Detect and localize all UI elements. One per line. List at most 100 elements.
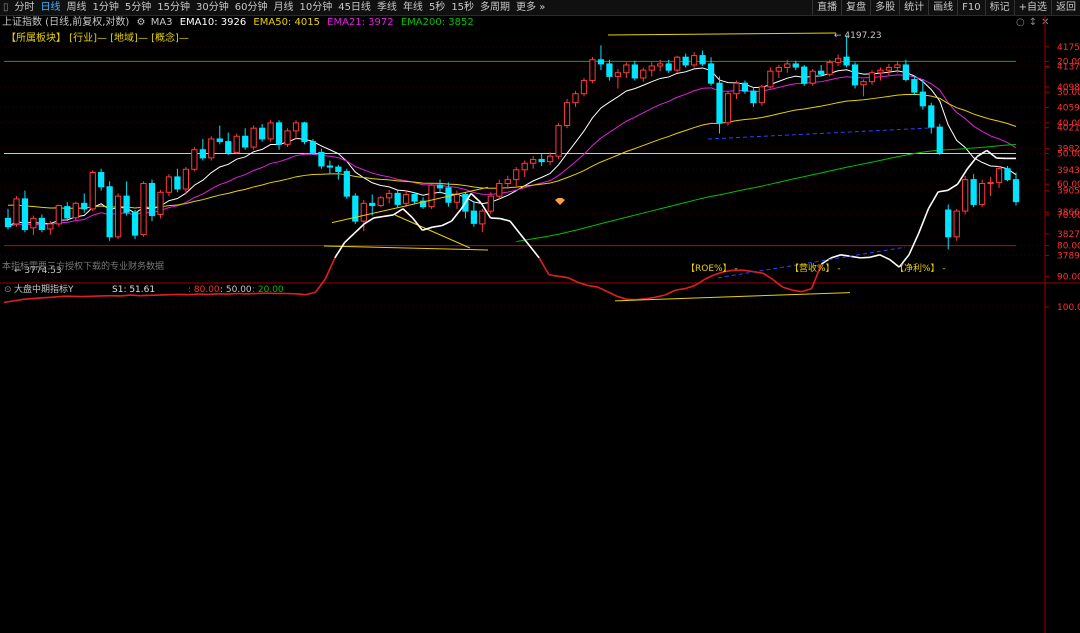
indicator-segment bbox=[509, 220, 521, 234]
net-profit-label: 【净利%】 - bbox=[895, 262, 946, 274]
indicator-segment bbox=[373, 215, 384, 219]
candle-body bbox=[174, 176, 181, 190]
candle-body bbox=[275, 122, 283, 145]
indicator-segment bbox=[947, 183, 959, 192]
indicator-segment bbox=[42, 296, 53, 299]
candle-body bbox=[631, 64, 638, 79]
candle-body bbox=[445, 187, 452, 203]
candle-body bbox=[38, 217, 46, 231]
indicator-segment bbox=[13, 298, 24, 302]
indicator-segment bbox=[986, 149, 998, 159]
candle-body bbox=[292, 122, 300, 132]
candle-body bbox=[538, 158, 545, 163]
indicator-axis-label: 90.00 bbox=[1057, 272, 1080, 282]
indicator-segment bbox=[840, 254, 851, 258]
candle-body bbox=[182, 168, 190, 190]
indicator-segment bbox=[295, 293, 306, 296]
indicator-segment bbox=[441, 220, 452, 227]
candle-body bbox=[225, 141, 232, 153]
chart-canvas[interactable]: 4175413740984059402139823943390538663827… bbox=[0, 0, 1080, 633]
indicator-segment bbox=[528, 245, 540, 259]
candle-body bbox=[1004, 168, 1011, 181]
candle-body bbox=[258, 127, 266, 140]
price-axis-label: 3827 bbox=[1057, 230, 1080, 240]
candle-body bbox=[496, 182, 503, 197]
indicator-segment bbox=[120, 294, 131, 297]
indicator-axis-label: 60.00 bbox=[1057, 180, 1080, 190]
candle-body bbox=[623, 64, 630, 74]
candle-body bbox=[267, 122, 274, 140]
indicator-segment bbox=[33, 296, 43, 300]
candle-body bbox=[580, 80, 588, 95]
candle-body bbox=[13, 198, 20, 225]
candle-body bbox=[453, 193, 461, 203]
candle-body bbox=[1012, 179, 1020, 203]
indicator-segment bbox=[353, 223, 365, 234]
indicator-segment bbox=[587, 284, 598, 288]
candle-body bbox=[513, 169, 520, 181]
indicator-segment bbox=[558, 275, 569, 279]
candle-body bbox=[606, 63, 613, 77]
candle-body bbox=[360, 202, 367, 222]
candle-body bbox=[826, 61, 833, 75]
candle-body bbox=[47, 223, 54, 230]
indicator-segment bbox=[3, 300, 14, 304]
candle-body bbox=[377, 197, 384, 207]
candle-body bbox=[131, 211, 139, 236]
high-price-label: ← 4197.23 bbox=[834, 31, 882, 41]
candle-body bbox=[208, 138, 215, 159]
indicator-axis-label: 20.00 bbox=[1057, 57, 1080, 67]
candle-body bbox=[250, 127, 257, 148]
indicator-segment bbox=[548, 273, 559, 278]
price-axis-label: 4059 bbox=[1057, 103, 1080, 113]
indicator-segment bbox=[324, 257, 336, 280]
indicator-segment bbox=[938, 189, 949, 193]
price-axis-label: 4175 bbox=[1057, 43, 1080, 53]
indicator-axis-label: 70.00 bbox=[1057, 211, 1080, 221]
candle-body bbox=[953, 210, 960, 238]
candle-body bbox=[690, 55, 698, 66]
indicator-axis-label: 50.00 bbox=[1057, 150, 1080, 160]
indicator-segment bbox=[860, 256, 871, 259]
candle-body bbox=[716, 82, 723, 124]
candle-body bbox=[724, 93, 732, 124]
price-divergence-line bbox=[707, 127, 931, 140]
indicator-title: 大盘中期指标Y bbox=[14, 283, 74, 295]
candle-body bbox=[81, 202, 88, 210]
candle-body bbox=[758, 86, 766, 104]
candle-body bbox=[428, 184, 435, 208]
candle-body bbox=[4, 217, 12, 228]
indicator-segment bbox=[869, 254, 880, 259]
candle-body bbox=[928, 105, 935, 128]
indicator-segment bbox=[801, 287, 812, 293]
candle-body bbox=[530, 158, 537, 164]
candle-body bbox=[767, 70, 774, 88]
candle-body bbox=[402, 193, 410, 204]
candle-body bbox=[386, 192, 393, 199]
price-axis-label: 3943 bbox=[1057, 166, 1080, 176]
candle-body bbox=[563, 102, 571, 127]
candle-body bbox=[394, 192, 401, 205]
indicator-segment bbox=[432, 224, 443, 228]
candle-body bbox=[114, 195, 122, 238]
candle-body bbox=[411, 193, 418, 202]
candle-body bbox=[216, 138, 223, 143]
candle-body bbox=[962, 179, 969, 212]
candle-body bbox=[843, 56, 850, 66]
candle-body bbox=[123, 195, 130, 213]
candle-body bbox=[521, 162, 528, 171]
indicator-segment bbox=[402, 208, 414, 219]
candle-body bbox=[775, 67, 782, 72]
candle-body bbox=[784, 63, 791, 69]
candle-body bbox=[919, 91, 926, 107]
candle-body bbox=[140, 182, 147, 236]
indicator-trendline bbox=[614, 292, 851, 302]
candle-body bbox=[165, 176, 173, 193]
candle-body bbox=[902, 64, 910, 81]
indicator-segment bbox=[344, 232, 355, 244]
level-50-label: : 50.00 bbox=[220, 285, 252, 295]
candle-body bbox=[750, 90, 757, 104]
indicator-segment bbox=[23, 297, 34, 301]
indicator-segment bbox=[694, 278, 706, 287]
level-80-label: : 80.00 bbox=[188, 285, 220, 295]
